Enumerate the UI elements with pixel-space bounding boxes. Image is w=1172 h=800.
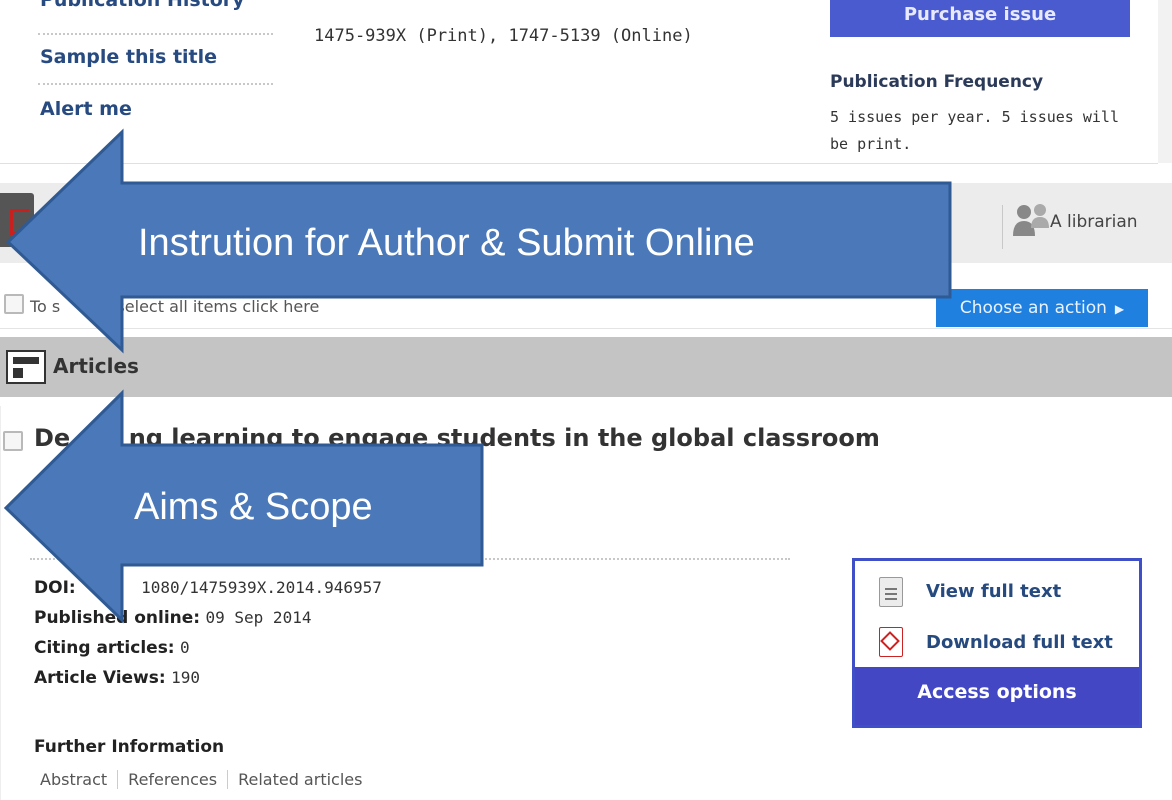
select-all-label[interactable]: To s /unselect all items click here xyxy=(30,297,319,316)
views-value: 190 xyxy=(171,668,200,687)
pdf-document-icon xyxy=(879,627,903,657)
send-link[interactable]: end xyxy=(918,214,950,234)
published-value: 09 Sep 2014 xyxy=(205,608,312,627)
annotation-label-2: Aims & Scope xyxy=(134,486,373,528)
select-all-checkbox[interactable] xyxy=(4,294,24,314)
articles-icon xyxy=(6,350,46,384)
choose-action-label: Choose an action xyxy=(959,298,1107,318)
access-options-button[interactable]: Access options xyxy=(855,667,1139,725)
librarian-icon[interactable] xyxy=(1012,202,1054,238)
further-information-tabs: Abstract References Related articles xyxy=(40,770,372,789)
view-full-text-link[interactable]: View full text xyxy=(926,581,1061,602)
purchase-issue-button[interactable]: Purchase issue xyxy=(830,0,1130,37)
article-checkbox[interactable] xyxy=(3,431,23,451)
publication-frequency-text: 5 issues per year. 5 issues will be prin… xyxy=(830,108,1119,153)
alert-me-link[interactable]: Alert me xyxy=(40,98,132,120)
publication-frequency-title: Publication Frequency xyxy=(830,72,1044,92)
toolbar-divider xyxy=(1002,205,1003,249)
choose-action-button[interactable]: Choose an action ▶ xyxy=(936,289,1148,327)
citing-value: 0 xyxy=(180,638,190,657)
doi-row: DOI: 1080/1475939X.2014.946957 xyxy=(34,578,382,598)
sample-title-link[interactable]: Sample this title xyxy=(40,46,217,68)
doi-label: DOI: xyxy=(34,578,76,598)
views-label: Article Views: xyxy=(34,668,166,688)
published-row: Published online: 09 Sep 2014 xyxy=(34,608,311,628)
citing-label: Citing articles: xyxy=(34,638,175,658)
article-divider xyxy=(30,558,790,560)
doi-value[interactable]: 1080/1475939X.2014.946957 xyxy=(141,578,382,597)
annotation-label-1: Instrution for Author & Submit Online xyxy=(138,222,755,264)
pdf-icon[interactable] xyxy=(0,193,34,247)
link-divider xyxy=(38,33,273,35)
document-icon xyxy=(879,577,903,607)
recommend-librarian-link[interactable]: A librarian xyxy=(1050,212,1138,232)
tab-abstract[interactable]: Abstract xyxy=(40,770,117,789)
download-full-text-link[interactable]: Download full text xyxy=(926,632,1113,653)
published-label: Published online: xyxy=(34,608,201,628)
articles-header xyxy=(0,337,1172,397)
chevron-right-icon: ▶ xyxy=(1114,302,1125,316)
articles-heading: Articles xyxy=(53,354,139,378)
further-information-title: Further Information xyxy=(34,737,225,757)
tab-references[interactable]: References xyxy=(117,770,227,789)
issn-text: 1475-939X (Print), 1747-5139 (Online) xyxy=(314,26,693,46)
article-title[interactable]: De ng learning to engage students in the… xyxy=(34,424,880,452)
views-row: Article Views: 190 xyxy=(34,668,200,688)
publication-history-link[interactable]: Publication History xyxy=(40,0,245,11)
citing-row: Citing articles: 0 xyxy=(34,638,190,658)
link-divider xyxy=(38,83,273,85)
tab-related-articles[interactable]: Related articles xyxy=(227,770,372,789)
